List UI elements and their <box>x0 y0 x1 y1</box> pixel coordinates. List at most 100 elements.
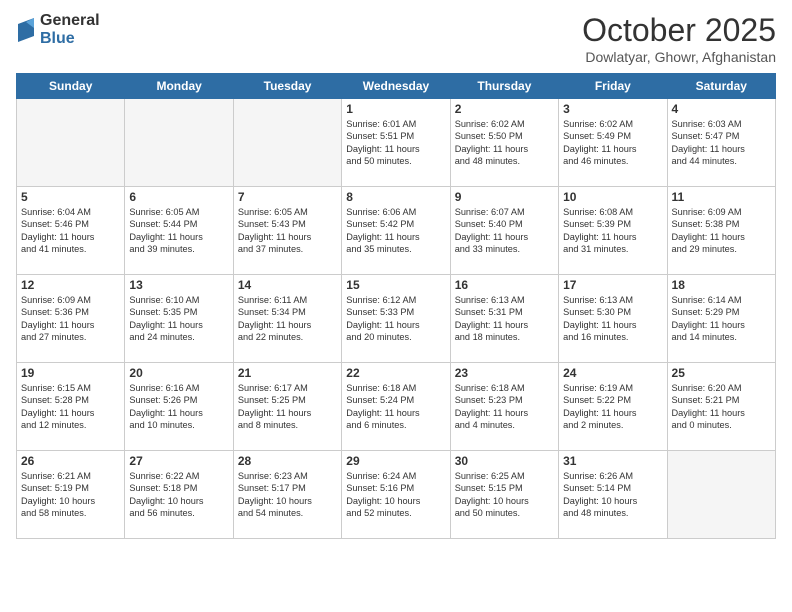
day-info: Sunrise: 6:03 AMSunset: 5:47 PMDaylight:… <box>672 118 771 168</box>
logo: General Blue <box>16 12 100 47</box>
day-info: Sunrise: 6:25 AMSunset: 5:15 PMDaylight:… <box>455 470 554 520</box>
day-number: 18 <box>672 278 771 292</box>
day-number: 15 <box>346 278 445 292</box>
table-row: 1 Sunrise: 6:01 AMSunset: 5:51 PMDaylight… <box>342 99 450 187</box>
day-info: Sunrise: 6:04 AMSunset: 5:46 PMDaylight:… <box>21 206 120 256</box>
calendar-header-row: SundayMondayTuesdayWednesdayThursdayFrid… <box>17 74 776 99</box>
day-number: 6 <box>129 190 228 204</box>
day-number: 14 <box>238 278 337 292</box>
table-row: 9 Sunrise: 6:07 AMSunset: 5:40 PMDaylight… <box>450 187 558 275</box>
day-info: Sunrise: 6:06 AMSunset: 5:42 PMDaylight:… <box>346 206 445 256</box>
day-of-week-header: Wednesday <box>342 74 450 99</box>
table-row: 26 Sunrise: 6:21 AMSunset: 5:19 PMDayligh… <box>17 451 125 539</box>
table-row <box>125 99 233 187</box>
day-info: Sunrise: 6:12 AMSunset: 5:33 PMDaylight:… <box>346 294 445 344</box>
table-row: 2Sunrise: 6:02 AMSunset: 5:50 PMDaylight… <box>450 99 558 187</box>
day-info: Sunrise: 6:19 AMSunset: 5:22 PMDaylight:… <box>563 382 662 432</box>
table-row: 22 Sunrise: 6:18 AMSunset: 5:24 PMDayligh… <box>342 363 450 451</box>
day-info: Sunrise: 6:05 AMSunset: 5:44 PMDaylight:… <box>129 206 228 256</box>
day-info: Sunrise: 6:10 AMSunset: 5:35 PMDaylight:… <box>129 294 228 344</box>
day-number: 30 <box>455 454 554 468</box>
day-number: 8 <box>346 190 445 204</box>
day-number: 7 <box>238 190 337 204</box>
day-number: 5 <box>21 190 120 204</box>
day-number: 12 <box>21 278 120 292</box>
table-row <box>667 451 775 539</box>
calendar-week-row: 5 Sunrise: 6:04 AMSunset: 5:46 PMDaylight… <box>17 187 776 275</box>
day-info: Sunrise: 6:18 AMSunset: 5:23 PMDaylight:… <box>455 382 554 432</box>
day-info: Sunrise: 6:13 AMSunset: 5:30 PMDaylight:… <box>563 294 662 344</box>
table-row: 7 Sunrise: 6:05 AMSunset: 5:43 PMDaylight… <box>233 187 341 275</box>
day-info: Sunrise: 6:13 AMSunset: 5:31 PMDaylight:… <box>455 294 554 344</box>
day-number: 1 <box>346 102 445 116</box>
day-info: Sunrise: 6:24 AMSunset: 5:16 PMDaylight:… <box>346 470 445 520</box>
table-row: 6 Sunrise: 6:05 AMSunset: 5:44 PMDaylight… <box>125 187 233 275</box>
table-row: 31 Sunrise: 6:26 AMSunset: 5:14 PMDayligh… <box>559 451 667 539</box>
day-info: Sunrise: 6:21 AMSunset: 5:19 PMDaylight:… <box>21 470 120 520</box>
day-number: 19 <box>21 366 120 380</box>
calendar-table: SundayMondayTuesdayWednesdayThursdayFrid… <box>16 73 776 539</box>
day-number: 11 <box>672 190 771 204</box>
day-number: 9 <box>455 190 554 204</box>
day-number: 22 <box>346 366 445 380</box>
day-number: 16 <box>455 278 554 292</box>
day-number: 4 <box>672 102 771 116</box>
day-number: 20 <box>129 366 228 380</box>
day-info: Sunrise: 6:02 AMSunset: 5:50 PMDaylight:… <box>455 118 554 168</box>
month-title: October 2025 <box>582 12 776 49</box>
day-number: 10 <box>563 190 662 204</box>
table-row <box>233 99 341 187</box>
table-row: 13 Sunrise: 6:10 AMSunset: 5:35 PMDayligh… <box>125 275 233 363</box>
day-number: 24 <box>563 366 662 380</box>
table-row: 10 Sunrise: 6:08 AMSunset: 5:39 PMDayligh… <box>559 187 667 275</box>
day-number: 13 <box>129 278 228 292</box>
day-info: Sunrise: 6:14 AMSunset: 5:29 PMDaylight:… <box>672 294 771 344</box>
logo-text: General Blue <box>40 12 100 47</box>
day-info: Sunrise: 6:17 AMSunset: 5:25 PMDaylight:… <box>238 382 337 432</box>
day-number: 29 <box>346 454 445 468</box>
table-row <box>17 99 125 187</box>
day-info: Sunrise: 6:11 AMSunset: 5:34 PMDaylight:… <box>238 294 337 344</box>
table-row: 29 Sunrise: 6:24 AMSunset: 5:16 PMDayligh… <box>342 451 450 539</box>
calendar-week-row: 26 Sunrise: 6:21 AMSunset: 5:19 PMDayligh… <box>17 451 776 539</box>
table-row: 19 Sunrise: 6:15 AMSunset: 5:28 PMDayligh… <box>17 363 125 451</box>
table-row: 28Sunrise: 6:23 AMSunset: 5:17 PMDayligh… <box>233 451 341 539</box>
title-section: October 2025 Dowlatyar, Ghowr, Afghanist… <box>582 12 776 65</box>
calendar-week-row: 12 Sunrise: 6:09 AMSunset: 5:36 PMDayligh… <box>17 275 776 363</box>
day-number: 26 <box>21 454 120 468</box>
table-row: 8 Sunrise: 6:06 AMSunset: 5:42 PMDaylight… <box>342 187 450 275</box>
day-number: 31 <box>563 454 662 468</box>
day-info: Sunrise: 6:08 AMSunset: 5:39 PMDaylight:… <box>563 206 662 256</box>
table-row: 23 Sunrise: 6:18 AMSunset: 5:23 PMDayligh… <box>450 363 558 451</box>
day-info: Sunrise: 6:23 AMSunset: 5:17 PMDaylight:… <box>238 470 337 520</box>
day-of-week-header: Tuesday <box>233 74 341 99</box>
table-row: 30 Sunrise: 6:25 AMSunset: 5:15 PMDayligh… <box>450 451 558 539</box>
table-row: 11 Sunrise: 6:09 AMSunset: 5:38 PMDayligh… <box>667 187 775 275</box>
day-number: 21 <box>238 366 337 380</box>
day-of-week-header: Sunday <box>17 74 125 99</box>
location: Dowlatyar, Ghowr, Afghanistan <box>582 49 776 65</box>
day-info: Sunrise: 6:07 AMSunset: 5:40 PMDaylight:… <box>455 206 554 256</box>
day-number: 27 <box>129 454 228 468</box>
table-row: 5 Sunrise: 6:04 AMSunset: 5:46 PMDaylight… <box>17 187 125 275</box>
day-info: Sunrise: 6:05 AMSunset: 5:43 PMDaylight:… <box>238 206 337 256</box>
calendar-week-row: 19 Sunrise: 6:15 AMSunset: 5:28 PMDayligh… <box>17 363 776 451</box>
day-info: Sunrise: 6:18 AMSunset: 5:24 PMDaylight:… <box>346 382 445 432</box>
table-row: 17Sunrise: 6:13 AMSunset: 5:30 PMDayligh… <box>559 275 667 363</box>
day-info: Sunrise: 6:16 AMSunset: 5:26 PMDaylight:… <box>129 382 228 432</box>
calendar-week-row: 1 Sunrise: 6:01 AMSunset: 5:51 PMDaylight… <box>17 99 776 187</box>
table-row: 3Sunrise: 6:02 AMSunset: 5:49 PMDaylight… <box>559 99 667 187</box>
day-info: Sunrise: 6:26 AMSunset: 5:14 PMDaylight:… <box>563 470 662 520</box>
day-of-week-header: Friday <box>559 74 667 99</box>
day-number: 25 <box>672 366 771 380</box>
day-info: Sunrise: 6:01 AMSunset: 5:51 PMDaylight:… <box>346 118 445 168</box>
logo-icon <box>16 18 36 42</box>
day-info: Sunrise: 6:09 AMSunset: 5:38 PMDaylight:… <box>672 206 771 256</box>
table-row: 14 Sunrise: 6:11 AMSunset: 5:34 PMDayligh… <box>233 275 341 363</box>
day-info: Sunrise: 6:09 AMSunset: 5:36 PMDaylight:… <box>21 294 120 344</box>
header: General Blue October 2025 Dowlatyar, Gho… <box>16 12 776 65</box>
day-number: 23 <box>455 366 554 380</box>
logo-blue: Blue <box>40 30 100 48</box>
logo-general: General <box>40 12 100 30</box>
day-info: Sunrise: 6:15 AMSunset: 5:28 PMDaylight:… <box>21 382 120 432</box>
